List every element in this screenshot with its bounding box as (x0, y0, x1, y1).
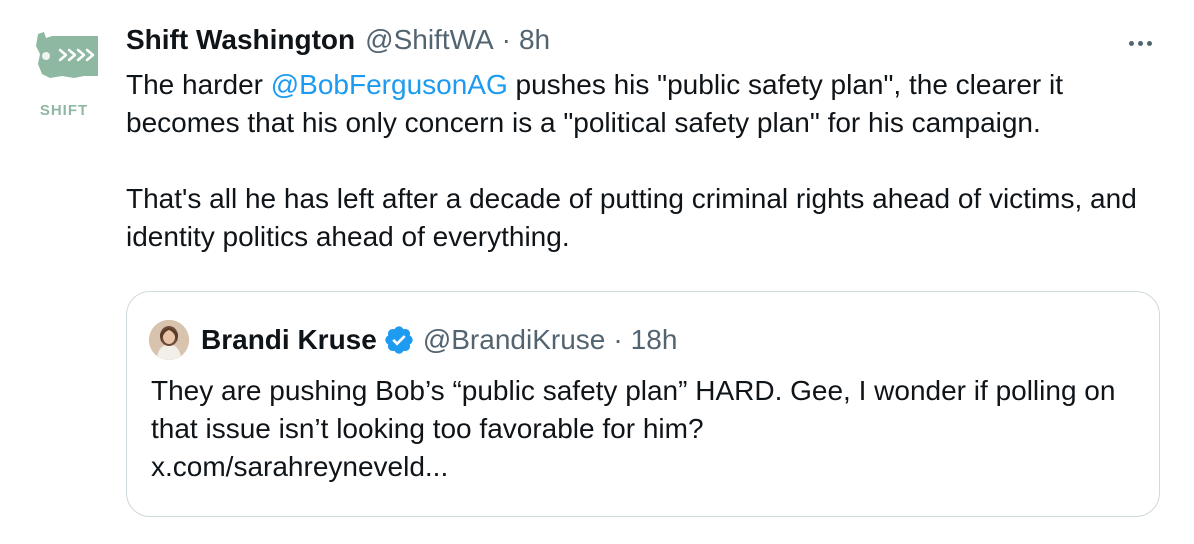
quote-author-name[interactable]: Brandi Kruse (201, 324, 377, 356)
tweet-header: Shift Washington @ShiftWA · 8h (126, 24, 550, 60)
author-name[interactable]: Shift Washington (126, 24, 355, 56)
more-horizontal-icon (1128, 40, 1134, 46)
verified-badge-icon (385, 326, 413, 354)
separator-dot: · (501, 24, 511, 55)
quote-body: They are pushing Bob’s “public safety pl… (151, 375, 1116, 444)
author-avatar[interactable]: SHIFT (24, 24, 106, 119)
quote-text: They are pushing Bob’s “public safety pl… (151, 372, 1141, 486)
tweet-timestamp[interactable]: 8h (519, 24, 550, 56)
more-options-button[interactable] (1120, 28, 1160, 58)
shift-logo: SHIFT (24, 24, 106, 119)
more-horizontal-icon (1146, 40, 1152, 46)
logo-wordmark: SHIFT (39, 102, 89, 119)
tweet-paragraph-1: The harder @BobFergusonAG pushes his "pu… (126, 66, 1166, 142)
quote-author-avatar[interactable] (149, 320, 189, 360)
tweet-text: The harder @BobFergusonAG pushes his "pu… (126, 66, 1166, 256)
separator-dot: · (613, 324, 623, 355)
quote-author-handle[interactable]: @BrandiKruse (423, 324, 606, 356)
tweet-text-part-1: The harder (126, 69, 271, 100)
tweet-paragraph-2: That's all he has left after a decade of… (126, 183, 1137, 252)
quote-timestamp[interactable]: 18h (631, 324, 678, 356)
quote-link[interactable]: x.com/sarahreyneveld... (151, 448, 1141, 486)
mention-link[interactable]: @BobFergusonAG (271, 69, 508, 100)
more-horizontal-icon (1137, 40, 1143, 46)
quoted-tweet-card[interactable]: Brandi Kruse @BrandiKruse · 18h They are… (126, 291, 1160, 517)
author-handle[interactable]: @ShiftWA (365, 24, 494, 56)
quote-header: Brandi Kruse @BrandiKruse · 18h (149, 320, 677, 360)
